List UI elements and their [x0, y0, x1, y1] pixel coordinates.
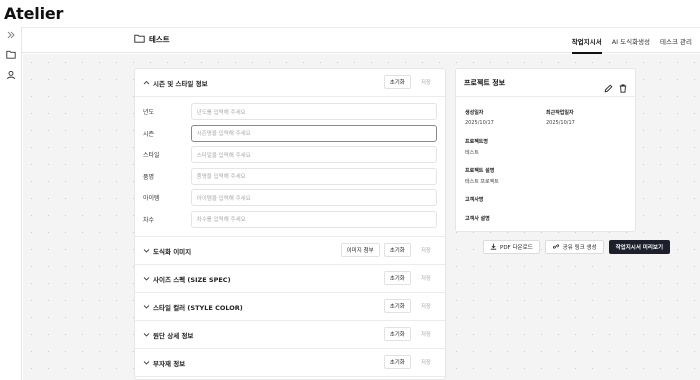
breadcrumb: 테스트	[134, 34, 170, 45]
chevrons-right-icon[interactable]	[3, 27, 19, 43]
tab-bar: 작업지시서 AI 도식화생성 테스크 관리	[571, 28, 692, 54]
reset-button[interactable]: 초기화	[383, 271, 411, 285]
field-label: 년도	[143, 109, 155, 117]
pdf-download-button[interactable]: PDF 다운로드	[483, 240, 540, 254]
product-name-input[interactable]: 품명을 입력해 주세요	[190, 167, 437, 185]
project-desc-value: 테스트 프로젝트	[465, 179, 499, 185]
section-header-sketch-image[interactable]: 도식화 이미지 이미지 첨부 초기화 저장	[135, 237, 445, 265]
season-input[interactable]: 시즌명을 입력해 주세요	[190, 124, 437, 142]
project-desc-label: 프로젝트 설명	[465, 168, 495, 174]
work-order-form: 시즌 및 스타일 정보 초기화 저장 년도 년도를 입력해 주세요 시즌 시즌명…	[134, 68, 446, 380]
chevron-down-icon[interactable]	[143, 359, 153, 367]
project-info-body: 생성일자 2025/10/17 최근작업일자 2025/10/17 프로젝트명 …	[456, 97, 635, 231]
item-input[interactable]: 아이템을 입력해 주세요	[190, 189, 437, 207]
save-button[interactable]: 저장	[414, 75, 437, 89]
field-label: 시즌	[143, 130, 155, 138]
trash-icon[interactable]	[619, 78, 627, 97]
attach-image-button[interactable]: 이미지 첨부	[340, 243, 380, 257]
modified-date-label: 최근작업일자	[546, 110, 574, 116]
reset-button[interactable]: 초기화	[383, 75, 411, 89]
field-label: 아이템	[143, 195, 160, 203]
action-bar: PDF 다운로드 공유 링크 생성 작업지시서 미리보기	[483, 240, 671, 254]
chevron-down-icon[interactable]	[143, 247, 153, 255]
sidebar	[0, 27, 22, 380]
field-label: 스타일	[143, 152, 160, 160]
order-number-input[interactable]: 차수를 입력해 주세요	[190, 210, 437, 228]
tab-work-order[interactable]: 작업지시서	[571, 28, 602, 54]
chevron-down-icon[interactable]	[143, 303, 153, 311]
link-icon	[552, 243, 560, 252]
folder-icon	[134, 34, 145, 45]
client-desc-label: 고객사 설명	[465, 216, 490, 222]
preview-work-order-button[interactable]: 작업지시서 미리보기	[608, 240, 671, 254]
field-row-item: 아이템 아이템을 입력해 주세요	[143, 187, 437, 209]
share-link-label: 공유 링크 생성	[562, 245, 597, 251]
style-input[interactable]: 스타일을 입력해 주세요	[190, 146, 437, 164]
section-header-size-spec[interactable]: 사이즈 스펙 (SIZE SPEC) 초기화 저장	[135, 265, 445, 293]
reset-button[interactable]: 초기화	[383, 327, 411, 341]
reset-button[interactable]: 초기화	[383, 355, 411, 369]
section-title: 사이즈 스펙 (SIZE SPEC)	[153, 275, 231, 284]
save-button[interactable]: 저장	[414, 271, 437, 285]
created-date-value: 2025/10/17	[465, 120, 494, 126]
modified-date-value: 2025/10/17	[546, 120, 575, 126]
field-row-order-number: 차수 차수를 입력해 주세요	[143, 209, 437, 231]
project-name-value: 테스트	[465, 150, 479, 156]
field-row-style: 스타일 스타일을 입력해 주세요	[143, 144, 437, 166]
client-name-label: 고객사명	[465, 197, 484, 203]
section-title: 스타일 컬러 (STYLE COLOR)	[153, 303, 243, 312]
download-icon	[490, 243, 497, 252]
field-row-season: 시즌 시즌명을 입력해 주세요	[143, 123, 437, 145]
field-row-year: 년도 년도를 입력해 주세요	[143, 101, 437, 123]
chevron-down-icon[interactable]	[143, 275, 153, 283]
pdf-download-label: PDF 다운로드	[500, 245, 533, 251]
section-header-season-style[interactable]: 시즌 및 스타일 정보 초기화 저장	[135, 69, 445, 97]
share-link-button[interactable]: 공유 링크 생성	[544, 240, 604, 254]
edit-icon[interactable]	[604, 78, 613, 97]
reset-button[interactable]: 초기화	[383, 243, 411, 257]
save-button[interactable]: 저장	[414, 243, 437, 257]
section-title: 부자재 정보	[153, 359, 186, 368]
project-info-header: 프로젝트 정보	[456, 69, 635, 97]
tab-ai-sketch[interactable]: AI 도식화생성	[612, 28, 650, 53]
year-input[interactable]: 년도를 입력해 주세요	[190, 103, 437, 121]
breadcrumb-label[interactable]: 테스트	[149, 34, 170, 45]
project-info-title: 프로젝트 정보	[464, 78, 506, 87]
season-style-fields: 년도 년도를 입력해 주세요 시즌 시즌명을 입력해 주세요 스타일 스타일을 …	[135, 97, 445, 237]
user-icon[interactable]	[3, 67, 19, 83]
folder-icon[interactable]	[3, 46, 19, 62]
section-header-trims[interactable]: 부자재 정보 초기화 저장	[135, 349, 445, 377]
project-name-label: 프로젝트명	[465, 139, 489, 145]
section-header-fabric-details[interactable]: 원단 상세 정보 초기화 저장	[135, 321, 445, 349]
save-button[interactable]: 저장	[414, 299, 437, 313]
section-title: 시즌 및 스타일 정보	[153, 79, 208, 88]
field-row-product-name: 품명 품명을 입력해 주세요	[143, 166, 437, 188]
section-title: 도식화 이미지	[153, 247, 192, 256]
project-info-card: 프로젝트 정보 생성일자 2025/10/17 최근작업일자 2025/10/1…	[455, 68, 636, 232]
created-date-label: 생성일자	[465, 110, 484, 116]
tab-task-management[interactable]: 테스크 관리	[660, 28, 692, 53]
section-header-style-color[interactable]: 스타일 컬러 (STYLE COLOR) 초기화 저장	[135, 293, 445, 321]
chevron-down-icon[interactable]	[143, 331, 153, 339]
section-title: 원단 상세 정보	[153, 331, 194, 340]
field-label: 차수	[143, 216, 155, 224]
reset-button[interactable]: 초기화	[383, 299, 411, 313]
save-button[interactable]: 저장	[414, 327, 437, 341]
chevron-up-icon[interactable]	[143, 79, 153, 87]
field-label: 품명	[143, 173, 155, 181]
app-logo: Atelier	[4, 4, 64, 23]
save-button[interactable]: 저장	[414, 355, 437, 369]
top-bar: 테스트 작업지시서 AI 도식화생성 테스크 관리	[22, 27, 700, 54]
